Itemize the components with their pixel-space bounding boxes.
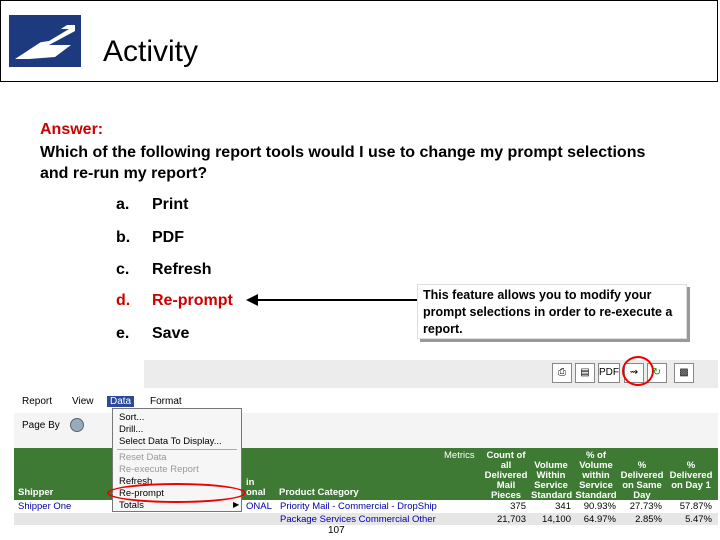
cell-shipper[interactable]: Shipper One: [18, 501, 71, 512]
save-icon[interactable]: ▩: [674, 363, 694, 383]
highlight-circle: [622, 356, 654, 386]
cell-pct: 90.93%: [583, 501, 616, 512]
col-count: Count of all Delivered Mail Pieces: [484, 450, 528, 501]
option-letter: e.: [116, 325, 130, 342]
table-row: Package Services Commercial Other 21,703…: [14, 513, 718, 525]
page-by-icon[interactable]: [70, 418, 84, 432]
page-number: 107: [328, 525, 345, 536]
answer-label: Answer:: [40, 121, 104, 138]
page-title: Activity: [103, 35, 199, 68]
option-c: c. Refresh: [116, 261, 212, 279]
cell-count: 21,703: [496, 514, 526, 525]
callout-box: This feature allows you to modify your p…: [417, 284, 687, 339]
page-by-label: Page By: [22, 420, 60, 431]
left-arrow-icon: [246, 294, 421, 306]
col-product-category: Product Category: [279, 487, 359, 498]
menu-item-reset-data: Reset Data: [119, 452, 167, 463]
option-b: b. PDF: [116, 229, 184, 247]
print-icon[interactable]: ⎙: [552, 363, 572, 383]
question-text: Which of the following report tools woul…: [40, 144, 646, 182]
col-pct-volume: % of Volume within Service Standard: [575, 450, 617, 501]
menu-item-select-data[interactable]: Select Data To Display...: [119, 436, 222, 447]
option-e: e. Save: [116, 325, 189, 343]
submenu-arrow-icon: ▶: [233, 500, 240, 509]
cell-same-day: 2.85%: [635, 514, 662, 525]
option-letter: c.: [116, 261, 130, 278]
highlight-ellipse: [107, 483, 246, 503]
option-text: Print: [152, 196, 189, 213]
usps-eagle-logo-icon: [9, 15, 81, 67]
cell-day1: 5.47%: [685, 514, 712, 525]
cell-volume: 14,100: [541, 514, 571, 525]
menu-separator: [117, 449, 237, 450]
option-a: a. Print: [116, 196, 188, 214]
menu-item-totals[interactable]: Totals: [119, 500, 144, 511]
option-d-correct: d. Re-prompt: [116, 292, 233, 310]
cell-category[interactable]: Priority Mail - Commercial - DropShip: [280, 501, 437, 512]
option-letter: a.: [116, 196, 130, 213]
col-onal: onal: [246, 487, 266, 498]
cell-category[interactable]: Package Services Commercial Other: [280, 514, 436, 525]
cell-same-day: 27.73%: [629, 501, 662, 512]
menu-view[interactable]: View: [72, 396, 94, 407]
menu-item-sort[interactable]: Sort...: [119, 412, 144, 423]
menu-format[interactable]: Format: [150, 396, 182, 407]
col-day1: % Delivered on Day 1: [669, 460, 713, 491]
cell-pct: 64.97%: [583, 514, 616, 525]
option-text: Re-prompt: [152, 292, 233, 309]
pdf-button[interactable]: PDF: [598, 363, 620, 383]
menu-data[interactable]: Data: [107, 396, 135, 407]
option-text: PDF: [152, 229, 184, 246]
cell-count: 375: [510, 501, 526, 512]
export-icon[interactable]: ▤: [575, 363, 595, 383]
report-screenshot: ⎙ ▤ PDF ⇝ ↻ ▩ Report View Data Format Pa…: [14, 360, 718, 525]
col-volume: Volume Within Service Standard: [531, 460, 573, 501]
menu-item-drill[interactable]: Drill...: [119, 424, 143, 435]
col-same-day: % Delivered on Same Day: [620, 460, 664, 501]
menu-report[interactable]: Report: [22, 396, 52, 407]
option-text: Save: [152, 325, 190, 342]
metrics-label: Metrics: [444, 450, 475, 461]
menu-item-re-execute: Re-execute Report: [119, 464, 199, 475]
option-letter: b.: [116, 229, 131, 246]
option-text: Refresh: [152, 261, 212, 278]
cell-day1: 57.87%: [679, 501, 712, 512]
cell-volume: 341: [555, 501, 571, 512]
col-shipper: Shipper: [18, 487, 54, 498]
cell-code[interactable]: ONAL: [246, 501, 272, 512]
slide-header: Activity: [0, 0, 718, 82]
option-letter: d.: [116, 292, 131, 309]
